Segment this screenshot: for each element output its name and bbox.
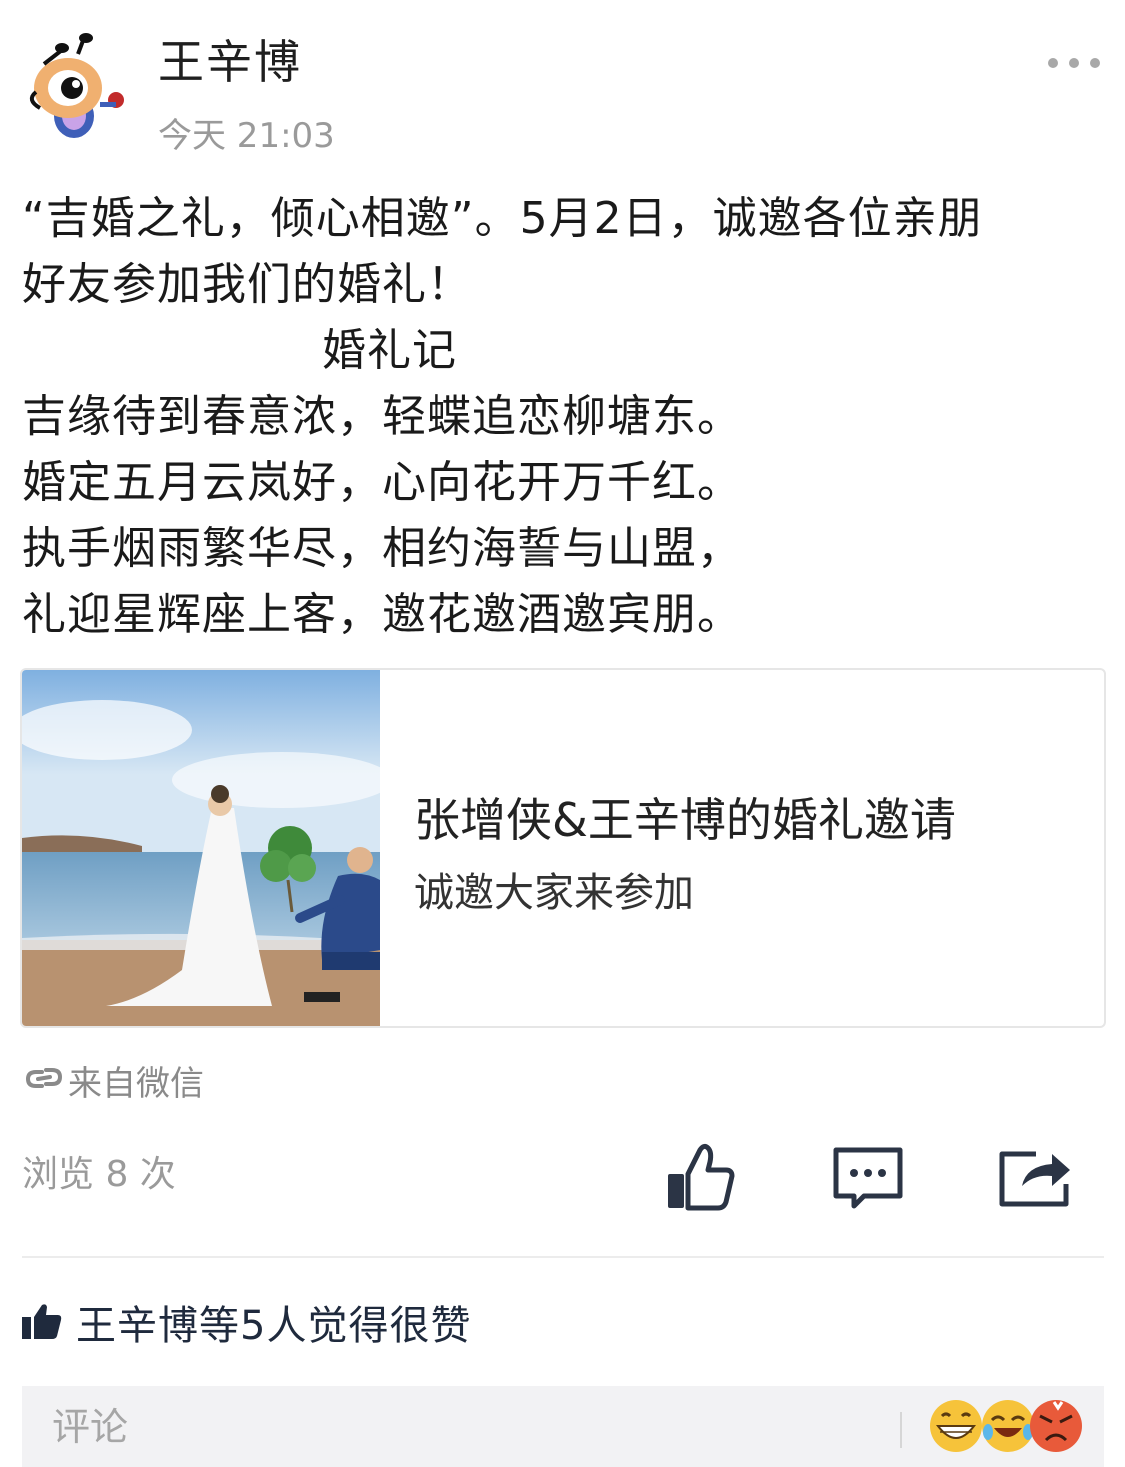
wedding-photo-thumbnail (22, 670, 392, 1026)
post-timestamp: 今天 21:03 (158, 116, 335, 156)
poem-title: 婚礼记 (322, 325, 457, 376)
more-dot-icon (1069, 58, 1079, 68)
post-text-line: “吉婚之礼，倾心相邀”。5月2日，诚邀各位亲朋 (22, 193, 983, 244)
more-options-button[interactable] (1048, 50, 1100, 76)
card-subtitle: 诚邀大家来参加 (414, 870, 694, 916)
poem-line: 礼迎星辉座上客，邀花邀酒邀宾朋。 (22, 589, 742, 640)
source-link[interactable]: 来自微信 (24, 1056, 204, 1104)
thumbs-up-icon (22, 1304, 62, 1339)
more-dot-icon (1090, 58, 1100, 68)
likes-summary[interactable]: 王辛博等5人觉得很赞 (22, 1296, 472, 1349)
post-text-line: 好友参加我们的婚礼！ (22, 259, 472, 310)
wedding-invitation-card[interactable]: 张增侠&王辛博的婚礼邀请 诚邀大家来参加 (20, 668, 1106, 1028)
card-title: 张增侠&王辛博的婚礼邀请 (414, 793, 956, 847)
view-count: 浏览 8 次 (22, 1154, 176, 1195)
angry-emoji-icon[interactable] (1028, 1398, 1084, 1454)
comment-bar: 评论 (22, 1386, 1104, 1467)
section-divider (22, 1256, 1104, 1258)
comment-icon (833, 1147, 903, 1209)
likes-text: 王辛博等5人觉得很赞 (76, 1303, 472, 1349)
author-avatar[interactable] (22, 30, 132, 142)
like-button[interactable] (664, 1140, 736, 1214)
more-dot-icon (1048, 58, 1058, 68)
poem-line: 婚定五月云岚好，心向花开万千红。 (22, 457, 742, 508)
thumbs-up-icon (668, 1143, 735, 1211)
comment-button[interactable] (830, 1140, 906, 1214)
comment-input[interactable]: 评论 (52, 1398, 128, 1456)
poem-line: 执手烟雨繁华尽，相约海誓与山盟， (22, 523, 742, 574)
grin-emoji-icon[interactable] (928, 1398, 984, 1454)
post-body: “吉婚之礼，倾心相邀”。5月2日，诚邀各位亲朋 好友参加我们的婚礼！ 婚礼记 吉… (22, 186, 1112, 648)
link-icon (24, 1062, 64, 1098)
comment-separator (900, 1412, 902, 1448)
source-label: 来自微信 (68, 1063, 204, 1104)
poem-line: 吉缘待到春意浓，轻蝶追恋柳塘东。 (22, 391, 742, 442)
share-icon (999, 1151, 1070, 1207)
share-button[interactable] (996, 1140, 1076, 1214)
author-name[interactable]: 王辛博 (158, 34, 302, 90)
